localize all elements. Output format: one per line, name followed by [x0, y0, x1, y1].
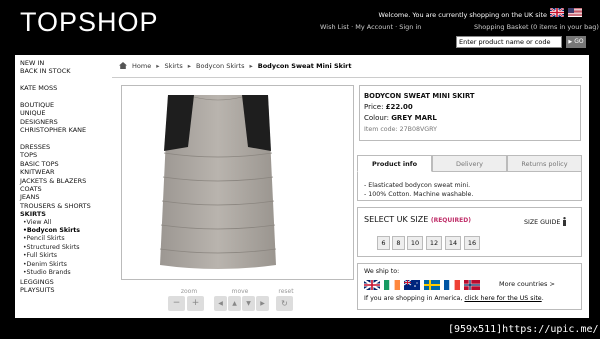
reset-button[interactable]: ↻	[276, 296, 293, 311]
nav-christopher-kane[interactable]: CHRISTOPHER KANE	[20, 126, 118, 134]
arrow-right-icon: ▶	[260, 300, 265, 307]
breadcrumb-skirts[interactable]: Skirts	[164, 62, 182, 70]
breadcrumb-current: Bodycon Sweat Mini Skirt	[257, 62, 352, 70]
topshop-logo[interactable]: TOPSHOP	[20, 7, 159, 38]
reset-icon: ↻	[281, 299, 288, 308]
nav-unique[interactable]: UNIQUE	[20, 109, 118, 117]
product-item-code: Item code: 27B08VGRY	[364, 126, 437, 133]
zoom-in-button[interactable]: +	[187, 296, 204, 311]
nav-designers[interactable]: DESIGNERS	[20, 118, 118, 126]
breadcrumb-bodycon-skirts[interactable]: Bodycon Skirts	[196, 62, 244, 70]
size-option-10[interactable]: 10	[407, 236, 423, 250]
size-option-12[interactable]: 12	[426, 236, 442, 250]
us-site-note: If you are shopping in America, click he…	[364, 295, 544, 302]
arrow-right-icon: ▶	[568, 39, 573, 45]
nav-dresses[interactable]: DRESSES	[20, 143, 118, 151]
size-option-6[interactable]: 6	[377, 236, 390, 250]
size-required-note: (REQUIRED)	[430, 217, 471, 224]
search-input[interactable]	[456, 36, 562, 48]
site-header: TOPSHOP Welcome. You are currently shopp…	[0, 0, 600, 55]
product-price: Price: £22.00	[364, 103, 413, 111]
move-right-button[interactable]: ▶	[256, 296, 269, 311]
size-option-14[interactable]: 14	[445, 236, 461, 250]
sweden-flag-icon[interactable]	[424, 280, 440, 290]
account-links: Wish List · My Account · Sign in	[320, 23, 422, 31]
nav-skirts-full[interactable]: Full Skirts	[20, 252, 118, 260]
norway-flag-icon[interactable]	[464, 280, 480, 290]
nav-skirts-studio-brands[interactable]: Studio Brands	[20, 269, 118, 277]
go-button[interactable]: ▶ GO	[566, 36, 586, 48]
image-watermark: [959x511]https://upic.me/	[448, 324, 599, 335]
zoom-out-button[interactable]: −	[168, 296, 185, 311]
uk-flag-icon[interactable]	[550, 8, 564, 17]
product-description: - Elasticated bodycon sweat mini. - 100%…	[364, 182, 474, 198]
person-icon	[563, 217, 567, 226]
nav-skirts-pencil[interactable]: Pencil Skirts	[20, 235, 118, 243]
breadcrumb-separator-icon: ▸	[187, 62, 192, 70]
size-guide-link[interactable]: SIZE GUIDE	[524, 217, 567, 226]
nav-new-in[interactable]: NEW IN	[20, 59, 118, 67]
nav-leggings[interactable]: LEGGINGS	[20, 278, 118, 286]
nav-trousers-shorts[interactable]: TROUSERS & SHORTS	[20, 202, 118, 210]
nav-playsuits[interactable]: PLAYSUITS	[20, 286, 118, 294]
size-select-title: SELECT UK SIZE (REQUIRED)	[364, 215, 471, 224]
nav-basic-tops[interactable]: BASIC TOPS	[20, 160, 118, 168]
size-option-8[interactable]: 8	[392, 236, 405, 250]
nav-skirts-structured[interactable]: Structured Skirts	[20, 244, 118, 252]
wish-list-link[interactable]: Wish List	[320, 23, 349, 31]
uk-flag-icon[interactable]	[364, 280, 380, 290]
product-colour: Colour: GREY MARL	[364, 114, 437, 122]
move-left-button[interactable]: ◀	[214, 296, 227, 311]
minus-icon: −	[172, 298, 181, 308]
nav-skirts-view-all[interactable]: View All	[20, 219, 118, 227]
product-title: BODYCON SWEAT MINI SKIRT	[364, 92, 475, 100]
australia-flag-icon[interactable]	[404, 280, 420, 290]
tab-returns-policy[interactable]: Returns policy	[507, 155, 582, 172]
nav-skirts-bodycon[interactable]: Bodycon Skirts	[20, 227, 118, 235]
breadcrumb-separator-icon: ▸	[249, 62, 253, 70]
ship-to-label: We ship to:	[364, 268, 400, 275]
nav-boutique[interactable]: BOUTIQUE	[20, 101, 118, 109]
move-up-button[interactable]: ▲	[228, 296, 241, 311]
go-label: GO	[574, 38, 584, 45]
us-site-link[interactable]: click here for the US site	[464, 295, 541, 302]
plus-icon: +	[191, 298, 200, 308]
breadcrumb: Home ▸ Skirts ▸ Bodycon Skirts ▸ Bodycon Sweat…	[119, 62, 352, 70]
breadcrumb-separator-icon: ▸	[156, 62, 160, 70]
category-nav: NEW IN BACK IN STOCK KATE MOSS BOUTIQUE …	[20, 59, 118, 294]
shopping-basket-link[interactable]: Shopping Basket (0 items in your bag)	[474, 23, 599, 31]
us-flag-icon[interactable]	[568, 8, 582, 17]
breadcrumb-divider	[112, 77, 582, 78]
arrow-down-icon: ▼	[246, 300, 251, 307]
size-option-16[interactable]: 16	[464, 236, 480, 250]
home-icon[interactable]	[119, 62, 127, 69]
move-down-button[interactable]: ▼	[242, 296, 255, 311]
my-account-link[interactable]: My Account	[355, 23, 393, 31]
tab-delivery[interactable]: Delivery	[432, 155, 507, 172]
arrow-up-icon: ▲	[232, 300, 237, 307]
nav-skirts-denim[interactable]: Denim Skirts	[20, 261, 118, 269]
reset-label: reset	[278, 288, 294, 295]
tab-product-info[interactable]: Product info	[357, 155, 432, 172]
nav-knitwear[interactable]: KNITWEAR	[20, 168, 118, 176]
product-image[interactable]	[158, 95, 278, 273]
nav-tops[interactable]: TOPS	[20, 151, 118, 159]
nav-jackets-blazers[interactable]: JACKETS & BLAZERS	[20, 177, 118, 185]
france-flag-icon[interactable]	[444, 280, 460, 290]
ireland-flag-icon[interactable]	[384, 280, 400, 290]
zoom-label: zoom	[180, 288, 198, 295]
nav-coats[interactable]: COATS	[20, 185, 118, 193]
more-countries-link[interactable]: More countries >	[499, 280, 555, 288]
nav-back-in-stock[interactable]: BACK IN STOCK	[20, 67, 118, 75]
welcome-message: Welcome. You are currently shopping on t…	[378, 11, 547, 19]
move-label: move	[231, 288, 249, 295]
nav-kate-moss[interactable]: KATE MOSS	[20, 84, 118, 92]
breadcrumb-home[interactable]: Home	[132, 62, 151, 70]
arrow-left-icon: ◀	[218, 300, 223, 307]
main-content: NEW IN BACK IN STOCK KATE MOSS BOUTIQUE …	[15, 55, 589, 318]
nav-skirts[interactable]: SKIRTS	[20, 210, 118, 218]
sign-in-link[interactable]: Sign in	[399, 23, 421, 31]
nav-jeans[interactable]: JEANS	[20, 193, 118, 201]
